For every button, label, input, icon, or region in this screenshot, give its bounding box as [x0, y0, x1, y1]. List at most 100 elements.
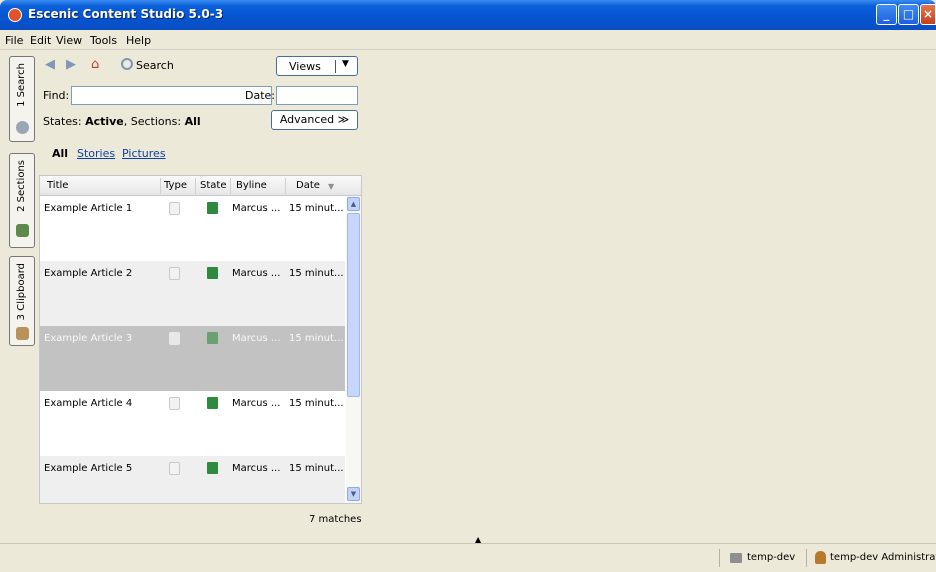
column-separator — [195, 178, 196, 194]
row-byline: Marcus ... — [232, 268, 281, 279]
tab-clipboard-label: 3 Clipboard — [16, 263, 27, 321]
tab-sections[interactable]: 2 Sections — [9, 153, 35, 248]
forward-arrow-icon[interactable]: ▶ — [66, 57, 76, 72]
filter-pictures[interactable]: Pictures — [122, 147, 166, 160]
maximize-button[interactable]: □ — [898, 4, 919, 25]
row-date: 15 minut... — [289, 268, 344, 279]
states-summary: States: Active, Sections: All — [43, 115, 201, 128]
folder-icon — [730, 553, 742, 563]
row-byline: Marcus ... — [232, 463, 281, 474]
state-published-icon — [207, 397, 218, 409]
views-dropdown[interactable]: Views ▼ — [276, 56, 358, 76]
status-user[interactable]: temp-dev Administrator — [830, 552, 936, 563]
document-icon — [169, 462, 180, 475]
column-separator — [160, 178, 161, 194]
row-date: 15 minut... — [289, 203, 344, 214]
close-button[interactable]: × — [920, 4, 936, 25]
user-icon — [815, 551, 826, 564]
sort-desc-icon: ▼ — [328, 182, 335, 191]
menu-edit[interactable]: Edit — [30, 34, 51, 47]
column-state[interactable]: State — [200, 180, 226, 191]
menu-bar: File Edit View Tools Help — [0, 30, 936, 50]
state-published-icon — [207, 332, 218, 344]
results-table: Title Type State Byline Date ▼ Example A… — [39, 175, 362, 504]
column-separator — [230, 178, 231, 194]
row-title: Example Article 5 — [44, 463, 133, 474]
scroll-up-button[interactable]: ▲ — [347, 197, 360, 211]
menu-tools[interactable]: Tools — [90, 34, 117, 47]
column-separator — [285, 178, 286, 194]
row-title: Example Article 3 — [44, 333, 133, 344]
vertical-scrollbar[interactable]: ▲ ▼ — [346, 196, 361, 503]
row-title: Example Article 4 — [44, 398, 133, 409]
search-panel: ◀ ▶ ⌂ Search Views ▼ Find: Date: States:… — [39, 51, 362, 531]
scroll-down-button[interactable]: ▼ — [347, 487, 360, 501]
find-input[interactable] — [71, 86, 272, 105]
document-icon — [169, 267, 180, 280]
table-row[interactable]: Example Article 5 Marcus ... 15 minut... — [40, 456, 345, 503]
row-title: Example Article 2 — [44, 268, 133, 279]
window-title: Escenic Content Studio 5.0-3 — [28, 7, 224, 21]
home-icon[interactable]: ⌂ — [91, 57, 99, 72]
row-date: 15 minut... — [289, 398, 344, 409]
column-byline[interactable]: Byline — [236, 180, 267, 191]
state-published-icon — [207, 267, 218, 279]
scroll-thumb[interactable] — [347, 213, 360, 397]
status-bar: temp-dev temp-dev Administrator — [0, 543, 936, 572]
document-icon — [169, 202, 180, 215]
app-logo-icon — [8, 8, 22, 22]
states-prefix: States: — [43, 115, 86, 128]
row-byline: Marcus ... — [232, 333, 281, 344]
table-row[interactable]: Example Article 1 Marcus ... 15 minut... — [40, 196, 345, 261]
views-separator — [335, 60, 336, 73]
date-label: Date: — [245, 89, 275, 102]
advanced-button[interactable]: Advanced ≫ — [271, 110, 358, 130]
tab-sections-label: 2 Sections — [16, 160, 27, 212]
sections-tab-icon — [16, 224, 29, 237]
date-input[interactable] — [276, 86, 358, 105]
search-button[interactable]: Search — [136, 59, 174, 72]
find-label: Find: — [43, 89, 70, 102]
filter-all[interactable]: All — [52, 147, 68, 160]
table-row[interactable]: Example Article 4 Marcus ... 15 minut... — [40, 391, 345, 456]
document-icon — [169, 397, 180, 410]
back-arrow-icon[interactable]: ◀ — [45, 57, 55, 72]
state-published-icon — [207, 462, 218, 474]
search-icon[interactable] — [121, 58, 133, 70]
row-date: 15 minut... — [289, 463, 344, 474]
tab-search[interactable]: 1 Search — [9, 56, 35, 142]
states-value: Active — [85, 115, 124, 128]
table-row[interactable]: Example Article 2 Marcus ... 15 minut... — [40, 261, 345, 326]
column-title[interactable]: Title — [47, 180, 68, 191]
close-icon: × — [922, 7, 934, 21]
column-date[interactable]: Date — [296, 180, 320, 191]
sections-value: All — [184, 115, 201, 128]
table-header: Title Type State Byline Date ▼ — [40, 176, 361, 196]
views-label: Views — [289, 60, 321, 73]
column-type[interactable]: Type — [164, 180, 187, 191]
minimize-button[interactable]: _ — [876, 4, 897, 25]
row-date: 15 minut... — [289, 333, 344, 344]
row-byline: Marcus ... — [232, 203, 281, 214]
status-separator — [806, 549, 807, 567]
row-title: Example Article 1 — [44, 203, 133, 214]
clipboard-tab-icon — [16, 327, 29, 340]
sections-prefix: , Sections: — [123, 115, 185, 128]
document-icon — [169, 332, 180, 345]
status-publication[interactable]: temp-dev — [747, 552, 795, 563]
title-bar: Escenic Content Studio 5.0-3 _ □ × — [0, 0, 936, 30]
search-tab-icon — [16, 121, 29, 134]
tab-clipboard[interactable]: 3 Clipboard — [9, 256, 35, 346]
state-published-icon — [207, 202, 218, 214]
chevron-down-icon: ▼ — [342, 59, 349, 69]
matches-count: 7 matches — [309, 514, 362, 525]
status-separator — [719, 549, 720, 567]
menu-help[interactable]: Help — [126, 34, 151, 47]
table-row-selected[interactable]: Example Article 3 Marcus ... 15 minut... — [40, 326, 345, 391]
filter-stories[interactable]: Stories — [77, 147, 115, 160]
maximize-icon: □ — [902, 7, 915, 21]
menu-file[interactable]: File — [5, 34, 23, 47]
menu-view[interactable]: View — [56, 34, 82, 47]
row-byline: Marcus ... — [232, 398, 281, 409]
tab-search-label: 1 Search — [16, 63, 27, 107]
